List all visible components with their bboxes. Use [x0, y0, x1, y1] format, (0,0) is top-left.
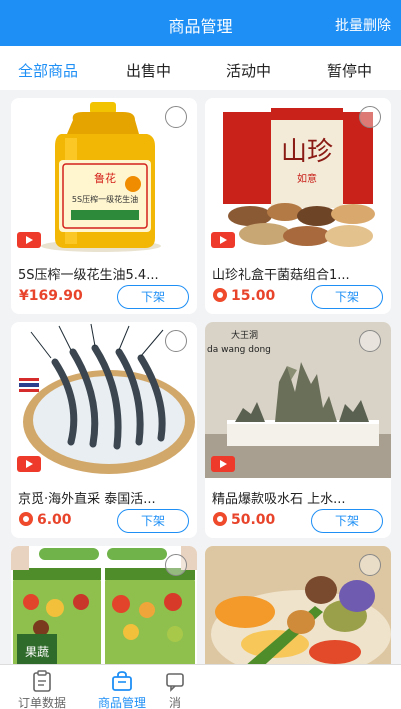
product-image: 大王洞 da wang dong — [205, 322, 391, 478]
product-card[interactable]: 京觅·海外直采 泰国活... 6.00 下架 — [11, 322, 197, 538]
tab-in-activity[interactable]: 活动中 — [226, 60, 271, 81]
gift-box-title: 山珍 — [281, 137, 333, 167]
product-image: 鲁花 5S压榨一级花生油 — [11, 98, 197, 254]
coin-icon — [19, 512, 33, 526]
app-header: 商品管理 批量删除 — [0, 0, 401, 46]
nav-item-messages[interactable]: 消 — [150, 665, 200, 709]
tab-paused[interactable]: 暂停中 — [327, 60, 372, 81]
product-price: ¥169.90 — [19, 288, 83, 304]
stone-pinyin-text: da wang dong — [207, 345, 271, 355]
gift-box-subtitle: 如意 — [297, 172, 317, 185]
message-icon — [166, 673, 184, 692]
product-image — [205, 546, 391, 676]
nav-label: 消 — [168, 696, 181, 709]
video-icon — [17, 232, 41, 248]
delist-button[interactable]: 下架 — [117, 285, 189, 309]
nav-label: 订单数据 — [17, 696, 66, 709]
bottom-nav: 订单数据 商品管理 消 — [0, 664, 401, 709]
product-card[interactable] — [205, 546, 391, 676]
video-icon — [17, 456, 41, 472]
select-checkbox[interactable] — [359, 554, 381, 576]
coin-icon — [213, 512, 227, 526]
product-name: 山珍礼盒干菌菇组合1... — [212, 268, 350, 283]
select-checkbox[interactable] — [165, 554, 187, 576]
tab-all-products[interactable]: 全部商品 — [18, 60, 78, 81]
price-value: 15.00 — [231, 288, 276, 304]
product-name: 精品爆款吸水石 上水... — [212, 492, 346, 507]
product-name: 京觅·海外直采 泰国活... — [18, 492, 156, 507]
select-checkbox[interactable] — [359, 330, 381, 352]
bag-icon — [112, 671, 132, 691]
clipboard-icon — [33, 670, 51, 692]
batch-delete-button[interactable]: 批量删除 — [335, 15, 391, 35]
video-icon — [211, 456, 235, 472]
delist-button[interactable]: 下架 — [311, 285, 383, 309]
product-price: 50.00 — [213, 512, 275, 528]
product-card[interactable]: 鲁花 5S压榨一级花生油 5S压榨一级花生油5.4... ¥169.90 下架 — [11, 98, 197, 314]
status-tabs: 全部商品 出售中 活动中 暂停中 — [0, 46, 401, 90]
jar-label-text: 果蔬 — [25, 645, 49, 659]
oil-label-text: 5S压榨一级花生油 — [72, 194, 138, 204]
select-checkbox[interactable] — [359, 106, 381, 128]
price-value: 6.00 — [37, 512, 72, 528]
price-value: 50.00 — [231, 512, 276, 528]
video-icon — [211, 232, 235, 248]
select-checkbox[interactable] — [165, 330, 187, 352]
svg-text:鲁花: 鲁花 — [94, 171, 116, 185]
delist-button[interactable]: 下架 — [117, 509, 189, 533]
product-card[interactable]: 山珍 如意 山珍礼盒干菌菇组合1... 15.00 下架 — [205, 98, 391, 314]
coin-icon — [213, 288, 227, 302]
stone-sign-text: 大王洞 — [231, 329, 258, 341]
product-card[interactable]: 果蔬 — [11, 546, 197, 676]
product-image: 山珍 如意 — [205, 98, 391, 254]
tab-on-sale[interactable]: 出售中 — [126, 60, 171, 81]
product-price: 15.00 — [213, 288, 275, 304]
product-name: 5S压榨一级花生油5.4... — [18, 268, 159, 283]
product-price: 6.00 — [19, 512, 72, 528]
select-checkbox[interactable] — [165, 106, 187, 128]
product-image — [11, 322, 197, 478]
nav-item-order-data[interactable]: 订单数据 — [2, 665, 82, 709]
delist-button[interactable]: 下架 — [311, 509, 383, 533]
product-card[interactable]: 大王洞 da wang dong 精品爆款吸水石 上水... 50.00 下架 — [205, 322, 391, 538]
product-image: 果蔬 — [11, 546, 197, 676]
